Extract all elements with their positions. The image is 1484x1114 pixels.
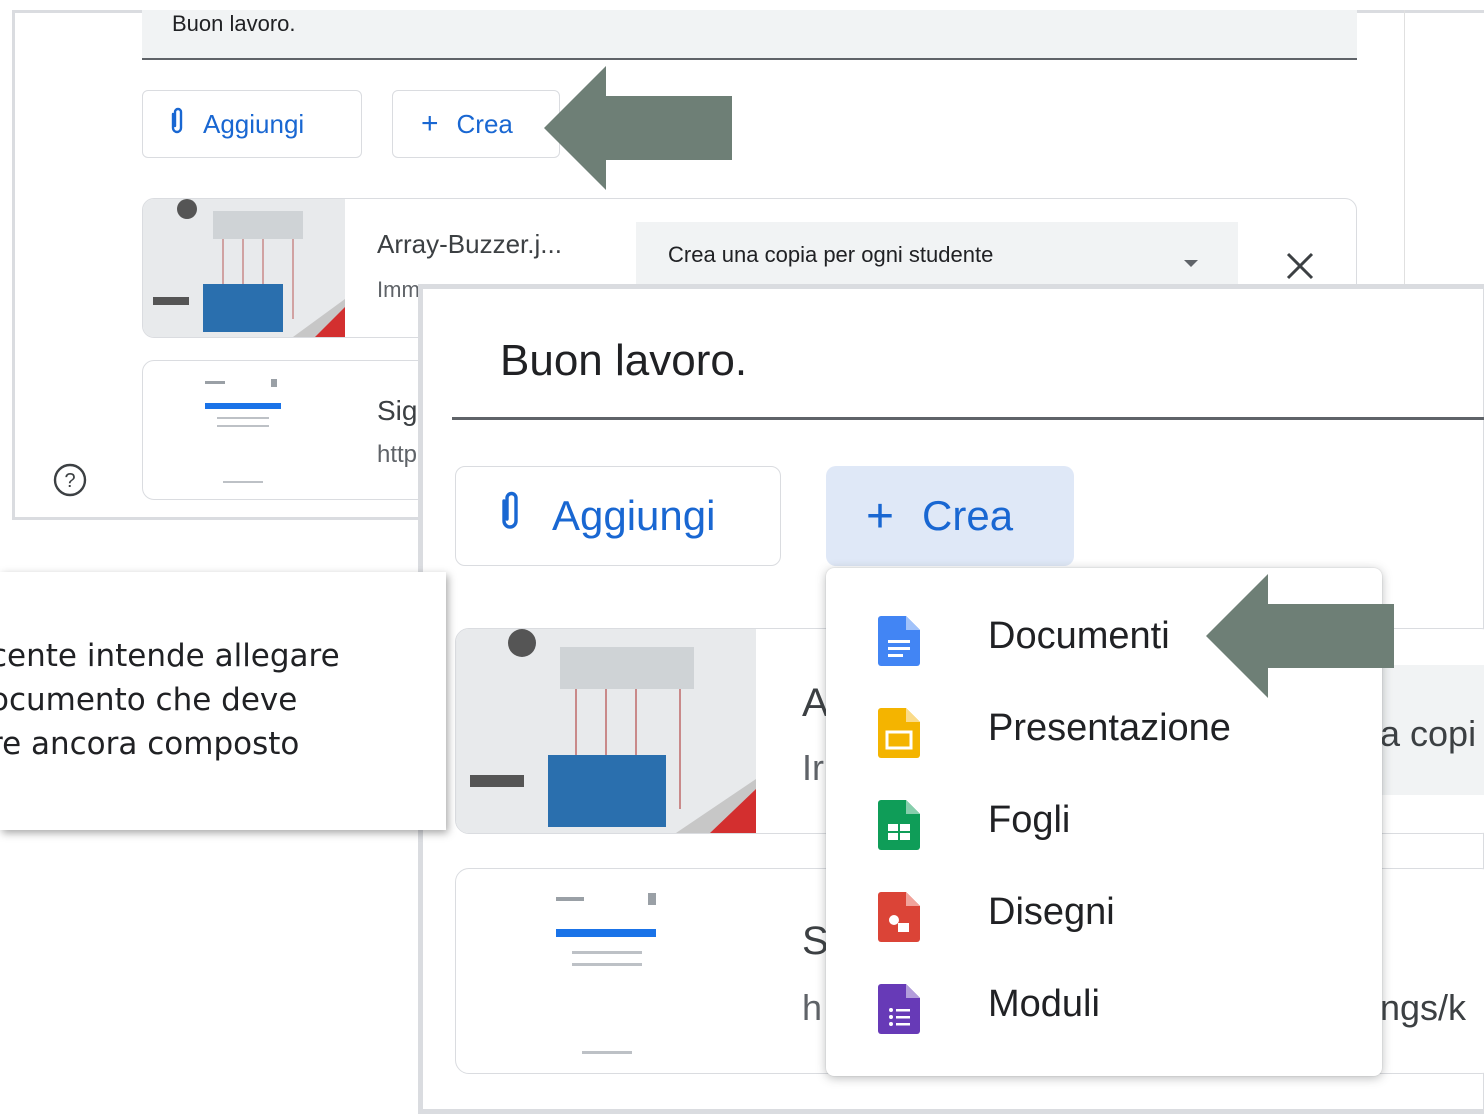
menu-item-disegni[interactable]: Disegni xyxy=(826,872,1382,952)
drawings-icon xyxy=(878,892,920,947)
zoomed-attachment-subtitle: Ir xyxy=(802,747,824,788)
menu-item-label: Moduli xyxy=(988,982,1100,1025)
plus-icon: + xyxy=(866,489,895,543)
paperclip-icon xyxy=(169,106,185,143)
close-icon[interactable] xyxy=(1284,250,1316,287)
zoomed-add-button[interactable]: Aggiungi xyxy=(455,466,781,566)
zoomed-attachment-title: S xyxy=(802,919,829,963)
zoomed-link-fragment: ngs/k xyxy=(1380,987,1467,1028)
callout-line: re ancora composto xyxy=(0,726,300,762)
paperclip-icon xyxy=(498,489,522,543)
zoomed-add-label: Aggiungi xyxy=(552,492,716,539)
background-add-button[interactable]: Aggiungi xyxy=(142,90,362,158)
annotation-arrow-crea xyxy=(544,66,734,195)
background-create-button[interactable]: + Crea xyxy=(392,90,560,158)
background-description-field[interactable]: Buon lavoro. xyxy=(142,10,1357,60)
background-attachment-title: Array-Buzzer.j... xyxy=(377,229,562,259)
plus-icon: + xyxy=(421,107,439,140)
sheets-icon xyxy=(878,800,920,855)
dropdown-arrow-icon xyxy=(1184,248,1198,274)
circuit-thumbnail xyxy=(456,629,756,833)
zoomed-attachment-subtitle: h xyxy=(802,987,823,1028)
callout-line: ocumento che deve xyxy=(0,682,298,718)
annotation-callout: cente intende allegare ocumento che deve… xyxy=(0,572,446,830)
background-attachment-subtitle: Imm xyxy=(377,277,420,302)
zoomed-create-label: Crea xyxy=(922,492,1014,539)
zoomed-description-text[interactable]: Buon lavoro. xyxy=(500,336,747,386)
background-create-label: Crea xyxy=(456,108,513,139)
slides-icon xyxy=(878,708,920,763)
zoomed-attachment-title: A xyxy=(802,681,829,725)
menu-item-label: Documenti xyxy=(988,614,1170,657)
zoomed-description-underline xyxy=(452,417,1484,420)
svg-text:?: ? xyxy=(64,470,75,492)
background-attachment-title: Sig xyxy=(377,395,418,426)
zoomed-share-select-fragment: a copi xyxy=(1380,713,1477,754)
forms-icon xyxy=(878,984,920,1039)
callout-line: cente intende allegare xyxy=(0,638,340,674)
help-icon[interactable]: ? xyxy=(52,462,88,503)
circuit-thumbnail xyxy=(143,199,345,337)
background-share-select-value: Crea una copia per ogni studente xyxy=(668,242,994,267)
menu-item-label: Presentazione xyxy=(988,706,1231,749)
menu-item-label: Disegni xyxy=(988,890,1115,933)
background-description-text: Buon lavoro. xyxy=(172,11,296,36)
menu-item-label: Fogli xyxy=(988,798,1071,841)
background-attachment-subtitle: http xyxy=(377,441,418,468)
background-add-label: Aggiungi xyxy=(203,108,305,139)
menu-item-fogli[interactable]: Fogli xyxy=(826,780,1382,860)
menu-item-moduli[interactable]: Moduli xyxy=(826,964,1382,1044)
document-thumbnail xyxy=(183,369,303,493)
zoomed-create-button[interactable]: + Crea xyxy=(826,466,1074,566)
docs-icon xyxy=(878,616,920,671)
background-share-select[interactable]: Crea una copia per ogni studente xyxy=(636,222,1238,288)
annotation-arrow-documenti xyxy=(1206,574,1396,703)
document-thumbnail xyxy=(512,879,702,1069)
